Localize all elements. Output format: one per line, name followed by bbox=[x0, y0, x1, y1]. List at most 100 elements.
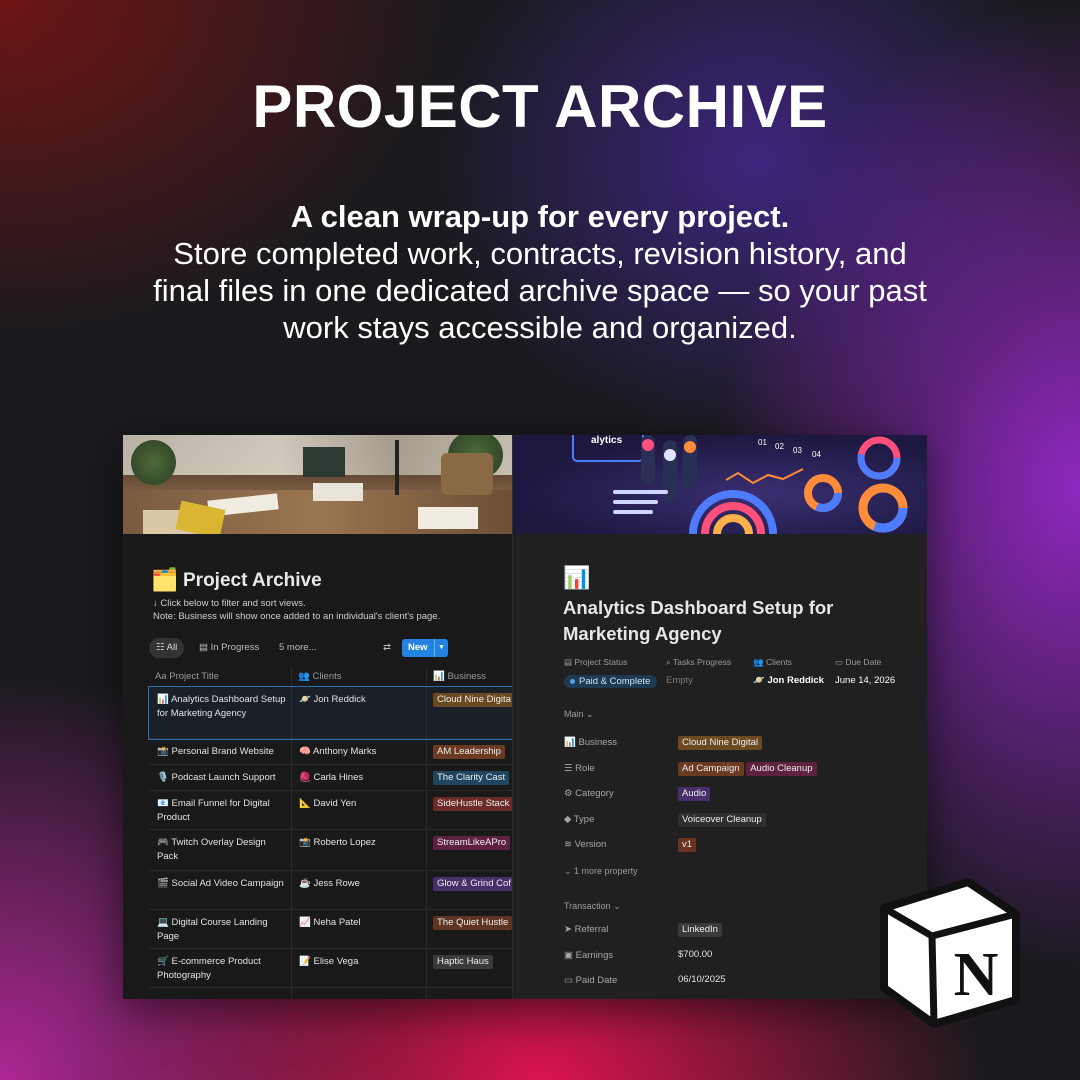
more-views-button[interactable]: 5 more... bbox=[279, 638, 317, 658]
client-icon: 📐 bbox=[299, 798, 311, 809]
calendar-icon: ▭ bbox=[564, 975, 573, 986]
table-row[interactable]: 📸 Personal Brand Website 🧠 Anthony Marks A… bbox=[149, 739, 512, 765]
property-paid-date[interactable]: ▭ Paid Date 06/10/2025 bbox=[564, 974, 904, 990]
notion-letter: N bbox=[954, 941, 999, 1009]
tasks-value[interactable]: Empty bbox=[666, 675, 693, 686]
table-row[interactable]: 📊 Analytics Dashboard Setup for Marketin… bbox=[148, 686, 512, 740]
headline: PROJECT ARCHIVE bbox=[252, 73, 828, 140]
column-project-title[interactable]: Aa Project Title bbox=[155, 671, 219, 682]
row-icon: 🎬 bbox=[157, 878, 169, 889]
transaction-section-toggle[interactable]: Transaction ⌄ bbox=[564, 901, 621, 912]
table-row[interactable]: 📧 Email Funnel for Digital Product 📐 Davi… bbox=[149, 791, 512, 830]
notion-logo: N bbox=[880, 878, 1020, 1028]
property-value: $700.00 bbox=[678, 948, 713, 960]
table-row[interactable]: 🛒 E-commerce Product Photography 📝 Elise … bbox=[149, 949, 512, 988]
svg-text:alytics: alytics bbox=[591, 435, 623, 446]
project-title-cell[interactable]: 💻 Digital Course Landing Page bbox=[157, 916, 289, 944]
client-cell[interactable]: 🧶 Carla Hines bbox=[299, 771, 429, 785]
business-cell[interactable]: StreamLikeAPro bbox=[433, 836, 511, 850]
table-row[interactable]: 🎬 Social Ad Video Campaign ☕ Jess Rowe Glo… bbox=[149, 871, 512, 910]
svg-text:03: 03 bbox=[793, 446, 802, 455]
project-title-cell[interactable]: 📧 Email Funnel for Digital Product bbox=[157, 797, 289, 825]
row-icon: 💻 bbox=[157, 917, 169, 928]
client-icon: 📝 bbox=[299, 956, 311, 967]
column-business[interactable]: 📊 Business bbox=[433, 671, 486, 682]
row-icon: 🎮 bbox=[157, 837, 169, 848]
client-icon: 🧶 bbox=[299, 772, 311, 783]
client-cell[interactable]: 📈 Neha Patel bbox=[299, 916, 429, 930]
project-title-cell[interactable]: 🎮 Twitch Overlay Design Pack bbox=[157, 836, 289, 864]
database-title: Project Archive bbox=[183, 570, 322, 591]
desk-cover-image bbox=[123, 435, 512, 534]
property-tag: Cloud Nine Digital bbox=[678, 736, 763, 750]
business-icon: 📊 bbox=[564, 737, 576, 748]
due-date-value[interactable]: June 14, 2026 bbox=[835, 675, 895, 686]
business-cell[interactable]: The Clarity Cast bbox=[433, 771, 510, 785]
row-icon: 🛒 bbox=[157, 956, 169, 967]
more-properties-toggle[interactable]: ⌄ 1 more property bbox=[564, 866, 638, 877]
project-title-cell[interactable]: 🎬 Social Ad Video Campaign bbox=[157, 877, 289, 891]
business-cell[interactable]: Haptic Haus bbox=[433, 955, 493, 969]
business-cell[interactable]: AM Leadership bbox=[433, 745, 505, 759]
view-toolbar: ☷ All ▤ In Progress 5 more... ⇄ New ▼ bbox=[149, 638, 509, 658]
project-title-cell[interactable]: 🎙️ Podcast Launch Support bbox=[157, 771, 289, 785]
svg-text:02: 02 bbox=[775, 442, 784, 451]
property-business[interactable]: 📊 Business Cloud Nine Digital bbox=[564, 736, 904, 752]
view-tab-in-progress[interactable]: ▤ In Progress bbox=[199, 638, 259, 658]
business-cell[interactable]: Glow & Grind Cof bbox=[433, 877, 512, 891]
project-title-cell[interactable]: 🛒 E-commerce Product Photography bbox=[157, 955, 289, 983]
property-value: 06/10/2025 bbox=[678, 974, 726, 985]
table-row[interactable]: 🎮 Twitch Overlay Design Pack 📸 Roberto Lo… bbox=[149, 830, 512, 871]
property-role[interactable]: ☰ Role Ad Campaign Audio Cleanup bbox=[564, 761, 904, 778]
sort-icon[interactable]: ⇄ bbox=[383, 638, 391, 658]
new-button[interactable]: New ▼ bbox=[402, 639, 448, 657]
property-tag: Audio bbox=[678, 787, 711, 801]
client-cell[interactable]: 📸 Roberto Lopez bbox=[299, 836, 429, 850]
client-cell[interactable]: 🪐 Jon Reddick bbox=[299, 693, 429, 707]
business-tag: Cloud Nine Digita bbox=[433, 693, 512, 707]
table-row[interactable]: 💻 Digital Course Landing Page 📈 Neha Pate… bbox=[149, 910, 512, 949]
client-cell[interactable]: 📐 David Yen bbox=[299, 797, 429, 811]
column-clients[interactable]: 👥 Clients bbox=[298, 671, 342, 682]
earnings-icon: ▣ bbox=[564, 949, 573, 961]
business-tag: The Clarity Cast bbox=[433, 771, 510, 785]
property-earnings[interactable]: ▣ Earnings $700.00 bbox=[564, 949, 904, 965]
property-category[interactable]: ⚙ Category Audio bbox=[564, 787, 904, 803]
status-header: ▤ Project Status bbox=[564, 657, 628, 667]
view-tab-all[interactable]: ☷ All bbox=[149, 638, 185, 658]
table-header: Aa Project Title 👥 Clients 📊 Business bbox=[149, 667, 512, 687]
row-icon: 📊 bbox=[157, 694, 169, 705]
property-tag: v1 bbox=[678, 838, 697, 852]
status-value[interactable]: Paid & Complete bbox=[564, 675, 658, 688]
business-cell[interactable]: The Quiet Hustle bbox=[433, 916, 512, 930]
property-type[interactable]: ◆ Type Voiceover Cleanup bbox=[564, 812, 904, 829]
project-title-cell[interactable]: 📸 Personal Brand Website bbox=[157, 745, 289, 759]
table-row[interactable]: 🎙️ Podcast Launch Support 🧶 Carla Hines Th… bbox=[149, 765, 512, 791]
property-tag: Ad Campaign bbox=[678, 761, 744, 776]
detail-title: Analytics Dashboard Setup for Marketing … bbox=[563, 597, 834, 644]
main-section-toggle[interactable]: Main ⌄ bbox=[564, 709, 594, 720]
client-cell[interactable]: ☕ Jess Rowe bbox=[299, 877, 429, 891]
clients-header: 👥 Clients bbox=[753, 657, 792, 667]
business-cell[interactable]: Cloud Nine Digita bbox=[433, 693, 512, 707]
client-cell[interactable]: 🧠 Anthony Marks bbox=[299, 745, 429, 759]
notion-screenshot: 🗂️ Project Archive ↓ Click below to filt… bbox=[123, 435, 927, 999]
analytics-cover-image: alytics 01 02 03 04 bbox=[513, 435, 927, 534]
analytics-illustration: alytics 01 02 03 04 bbox=[572, 435, 908, 534]
property-referral[interactable]: ➤ Referral LinkedIn bbox=[564, 923, 904, 939]
property-version[interactable]: ≋ Version v1 bbox=[564, 838, 904, 854]
business-cell[interactable]: SideHustle Stack bbox=[433, 797, 512, 811]
project-title-cell[interactable]: 📊 Analytics Dashboard Setup for Marketin… bbox=[157, 693, 289, 721]
client-value[interactable]: 🪐 Jon Reddick bbox=[753, 675, 824, 686]
detail-pane: alytics 01 02 03 04 📊 Analytics Dashboar… bbox=[512, 435, 927, 999]
property-tag: Audio Cleanup bbox=[746, 761, 817, 776]
referral-icon: ➤ bbox=[564, 924, 572, 935]
tasks-header: ⌕ Tasks Progress bbox=[666, 657, 732, 667]
client-cell[interactable]: 📝 Elise Vega bbox=[299, 955, 429, 969]
business-tag: SideHustle Stack bbox=[433, 797, 512, 811]
type-icon: ◆ bbox=[564, 813, 572, 825]
property-tag: Voiceover Cleanup bbox=[678, 812, 766, 827]
client-icon: ☕ bbox=[299, 878, 311, 889]
business-tag: StreamLikeAPro bbox=[433, 836, 511, 850]
chevron-down-icon[interactable]: ▼ bbox=[434, 639, 448, 657]
